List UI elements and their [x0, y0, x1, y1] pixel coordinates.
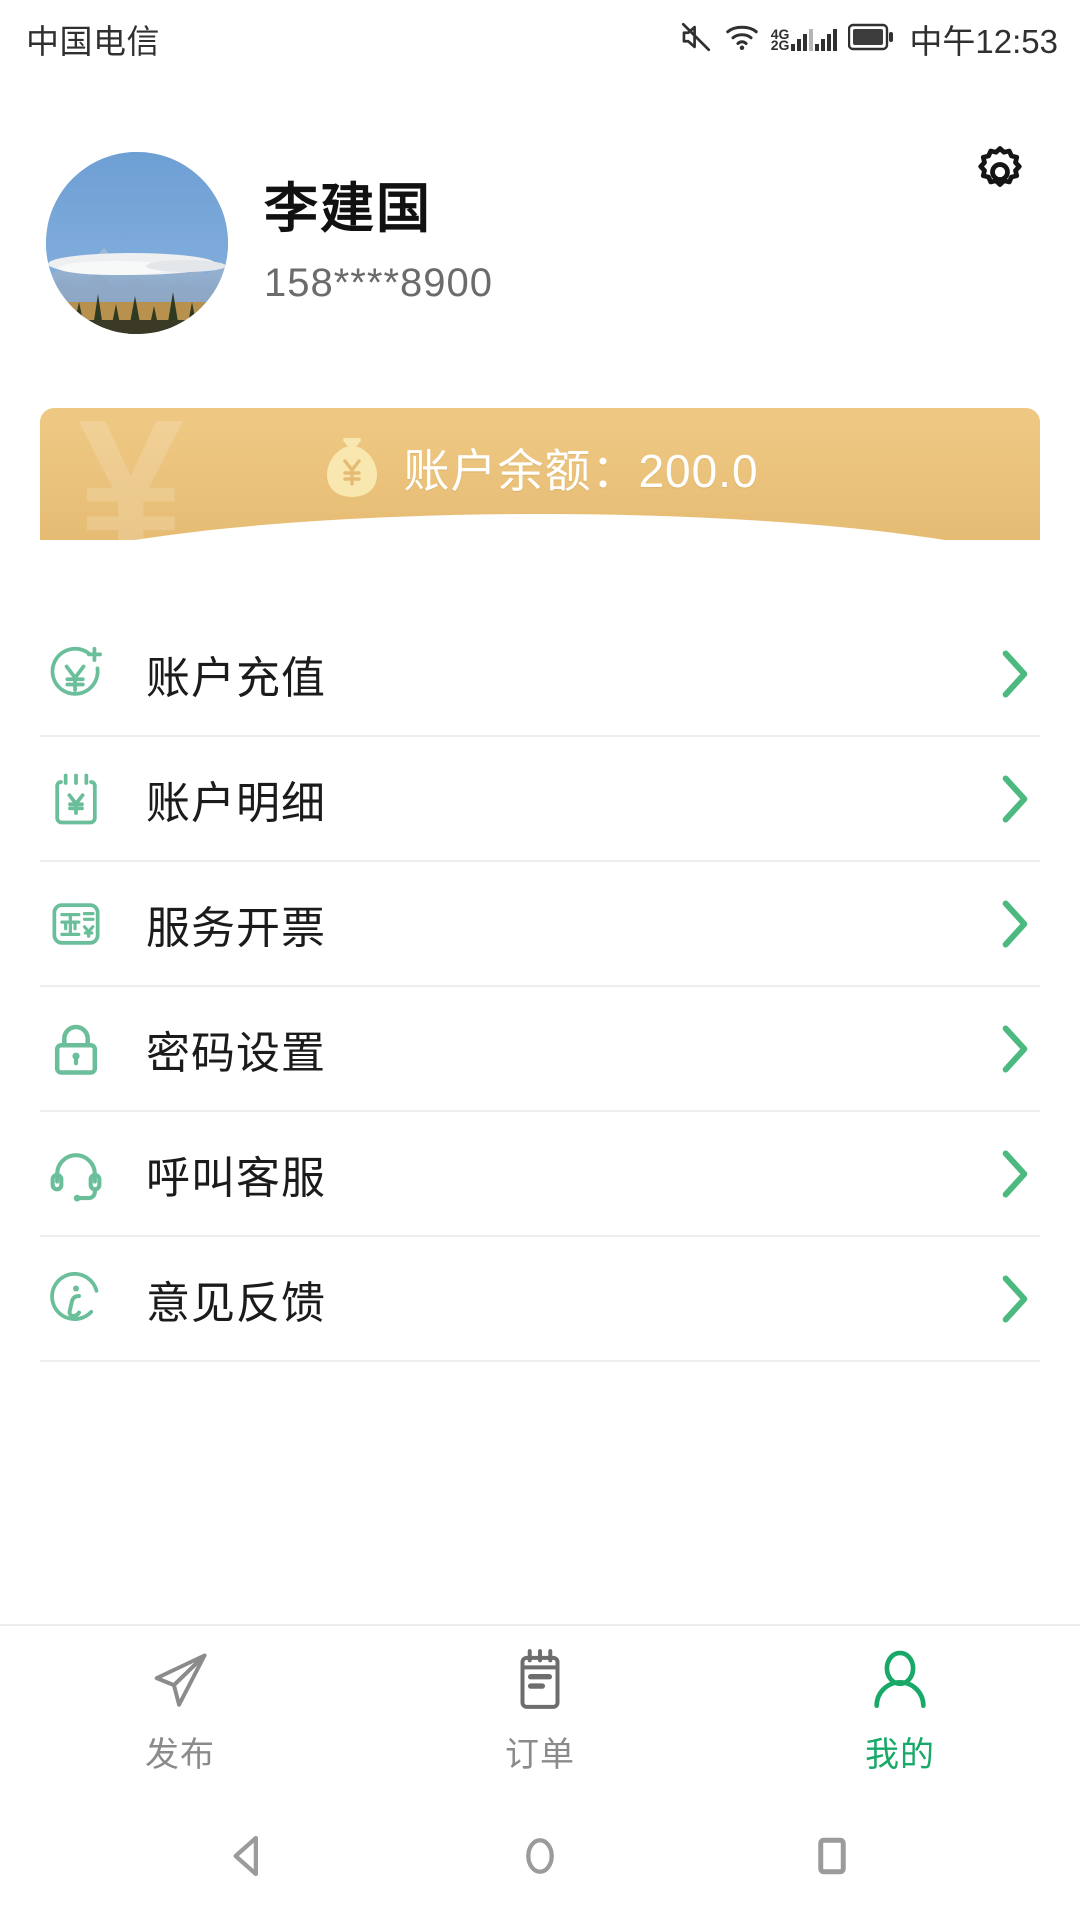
recents-square-icon[interactable]: [801, 1825, 863, 1887]
status-icons: 4G 2G 中午12:53: [679, 15, 1058, 63]
battery-icon: [848, 23, 894, 56]
carrier-label: 中国电信: [26, 23, 160, 60]
android-nav-bar: [0, 1792, 1080, 1920]
chevron-right-icon: [998, 1021, 1032, 1077]
invoice-icon: [40, 888, 112, 960]
menu-item-label: 服务开票: [146, 903, 326, 953]
menu-item-support[interactable]: 呼叫客服: [40, 1112, 1040, 1237]
info-circle-icon: [40, 1263, 112, 1335]
chevron-right-icon: [998, 646, 1032, 702]
menu-item-password[interactable]: 密码设置: [40, 987, 1040, 1112]
menu-item-label: 密码设置: [146, 1028, 326, 1078]
chevron-right-icon: [998, 771, 1032, 827]
tab-publish[interactable]: 发布: [0, 1626, 360, 1792]
tab-label: 发布: [145, 1735, 215, 1774]
clipboard-icon: [505, 1643, 575, 1717]
status-clock: 中午12:53: [909, 23, 1058, 60]
profile-header: 李建国 158****8900: [0, 78, 1080, 346]
menu-item-details[interactable]: 账户明细: [40, 737, 1040, 862]
tab-label: 订单: [505, 1735, 575, 1774]
menu-item-label: 呼叫客服: [146, 1153, 326, 1203]
money-bag-icon: [321, 435, 383, 501]
tab-mine[interactable]: 我的: [720, 1626, 1080, 1792]
receipt-yuan-icon: [40, 763, 112, 835]
chevron-right-icon: [998, 1271, 1032, 1327]
balance-card[interactable]: ¥ 账户余额：200.0: [40, 408, 1040, 540]
menu-item-feedback[interactable]: 意见反馈: [40, 1237, 1040, 1362]
profile-text: 李建国 158****8900: [264, 178, 493, 306]
signal-icon: 4G 2G: [771, 27, 838, 52]
menu-item-label: 账户充值: [146, 653, 326, 703]
chevron-right-icon: [998, 896, 1032, 952]
bottom-tab-bar: 发布 订单 我的: [0, 1624, 1080, 1792]
mute-icon: [679, 20, 713, 59]
avatar-image: [46, 152, 228, 334]
person-icon: [865, 1643, 935, 1717]
settings-menu: 账户充值 账户明细 服务开票 密码设置 呼叫客服 意见反馈: [0, 612, 1080, 1362]
yuan-plus-circle-icon: [40, 638, 112, 710]
headset-icon: [40, 1138, 112, 1210]
avatar[interactable]: [46, 152, 228, 334]
back-triangle-icon[interactable]: [217, 1825, 279, 1887]
gear-icon[interactable]: [968, 140, 1032, 204]
menu-item-label: 账户明细: [146, 778, 326, 828]
tab-label: 我的: [865, 1735, 935, 1774]
user-name: 李建国: [264, 178, 432, 239]
tab-orders[interactable]: 订单: [360, 1626, 720, 1792]
status-bar: 中国电信 4G 2G 中午12:53: [0, 0, 1080, 78]
paper-plane-icon: [145, 1643, 215, 1717]
balance-content: 账户余额：200.0: [40, 408, 1040, 528]
wifi-icon: [724, 22, 760, 57]
menu-item-label: 意见反馈: [146, 1278, 326, 1328]
lock-icon: [40, 1013, 112, 1085]
balance-label: 账户余额：200.0: [403, 445, 759, 497]
home-circle-icon[interactable]: [509, 1825, 571, 1887]
chevron-right-icon: [998, 1146, 1032, 1202]
menu-item-recharge[interactable]: 账户充值: [40, 612, 1040, 737]
user-phone: 158****8900: [264, 261, 493, 306]
menu-item-invoice[interactable]: 服务开票: [40, 862, 1040, 987]
